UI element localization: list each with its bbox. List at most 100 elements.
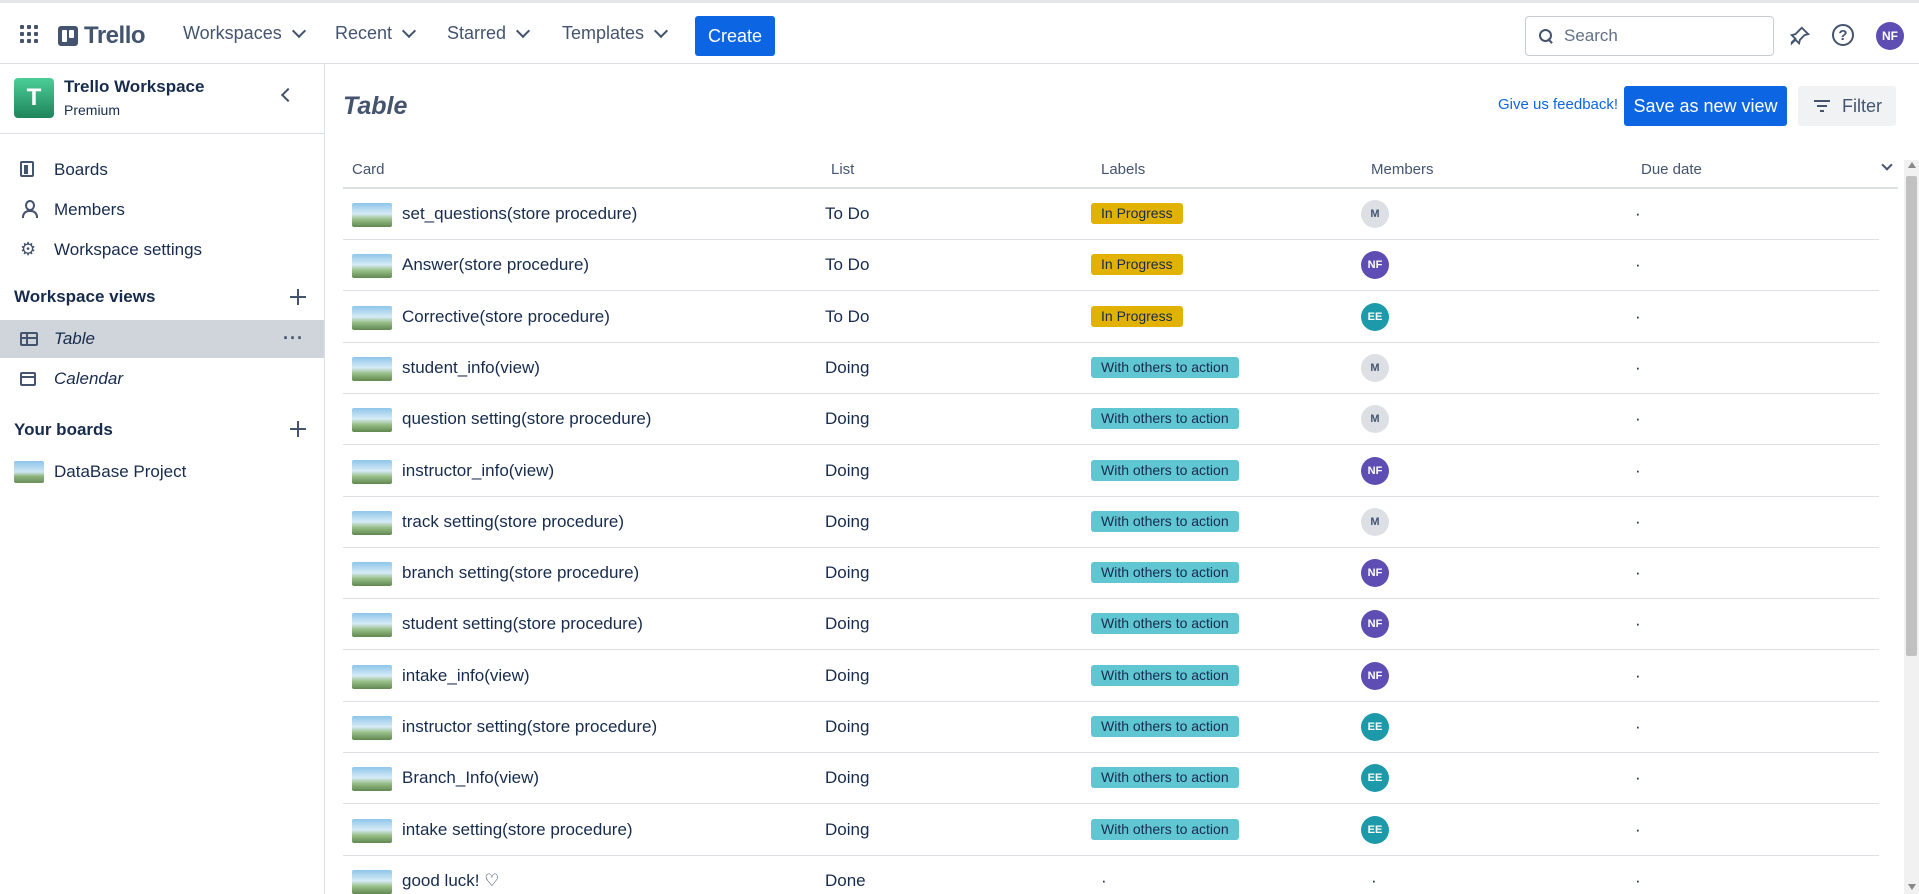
member-avatar[interactable]: M — [1361, 200, 1389, 228]
member-avatar[interactable]: NF — [1361, 456, 1389, 485]
member-avatar[interactable]: NF — [1361, 251, 1389, 280]
card-due-date[interactable]: · — [1635, 409, 1641, 429]
card-label[interactable]: With others to action — [1091, 562, 1239, 584]
card-title[interactable]: set_questions(store procedure) — [402, 204, 637, 224]
card-title[interactable]: student setting(store procedure) — [402, 614, 643, 634]
sidebar-item-calendar-view[interactable]: Calendar — [0, 360, 324, 398]
card-label[interactable]: In Progress — [1091, 305, 1183, 327]
member-avatar[interactable]: EE — [1361, 764, 1389, 793]
card-label[interactable]: With others to action — [1091, 818, 1239, 840]
card-list[interactable]: Doing — [825, 512, 869, 532]
table-row[interactable]: instructor setting(store procedure) Doing… — [343, 702, 1879, 753]
chevron-down-icon[interactable] — [1881, 159, 1893, 171]
member-avatar[interactable]: M — [1361, 507, 1389, 536]
card-title[interactable]: track setting(store procedure) — [402, 512, 624, 532]
table-row[interactable]: set_questions(store procedure) To Do In Pr… — [343, 189, 1879, 240]
workspace-name[interactable]: Trello Workspace — [64, 77, 204, 97]
card-due-date[interactable]: · — [1635, 614, 1641, 634]
table-row[interactable]: good luck! ♡ Done · · · — [343, 856, 1879, 894]
card-due-date[interactable]: · — [1635, 768, 1641, 788]
member-avatar[interactable]: NF — [1361, 661, 1389, 690]
table-row[interactable]: intake setting(store procedure) Doing With… — [343, 805, 1879, 856]
card-list[interactable]: Doing — [825, 614, 869, 634]
sidebar-item-workspace-settings[interactable]: ⚙ Workspace settings — [0, 231, 324, 269]
card-list[interactable]: Doing — [825, 717, 869, 737]
card-label[interactable]: With others to action — [1091, 716, 1239, 737]
card-label[interactable]: With others to action — [1091, 664, 1239, 686]
card-label[interactable]: In Progress — [1091, 203, 1183, 224]
card-due-date[interactable]: · — [1635, 666, 1641, 686]
card-list[interactable]: Doing — [825, 358, 869, 378]
card-label[interactable]: With others to action — [1091, 767, 1239, 789]
member-avatar[interactable]: EE — [1361, 815, 1389, 844]
save-as-new-view-button[interactable]: Save as new view — [1624, 86, 1787, 126]
member-avatar[interactable]: EE — [1361, 713, 1389, 741]
sidebar-item-members[interactable]: Members — [0, 191, 324, 229]
member-avatar[interactable]: NF — [1361, 610, 1389, 639]
notification-icon[interactable] — [1788, 24, 1812, 48]
help-icon[interactable]: ? — [1832, 24, 1854, 46]
trello-logo[interactable]: Trello — [58, 22, 146, 50]
filter-button[interactable]: Filter — [1798, 86, 1896, 126]
vertical-scrollbar[interactable] — [1904, 160, 1919, 894]
member-avatar[interactable]: M — [1361, 353, 1389, 382]
table-row[interactable]: student setting(store procedure) Doing Wit… — [343, 599, 1879, 651]
card-label[interactable]: With others to action — [1091, 408, 1239, 430]
sidebar-item-table-view[interactable]: Table ··· — [0, 320, 324, 358]
member-avatar[interactable]: EE — [1361, 302, 1389, 331]
card-list[interactable]: To Do — [825, 307, 869, 327]
card-title[interactable]: question setting(store procedure) — [402, 409, 651, 429]
card-due-date[interactable]: · — [1635, 871, 1641, 891]
card-title[interactable]: Answer(store procedure) — [402, 255, 589, 275]
user-avatar[interactable]: NF — [1876, 22, 1904, 50]
member-avatar[interactable]: M — [1361, 405, 1389, 434]
feedback-link[interactable]: Give us feedback! — [1498, 96, 1618, 113]
table-row[interactable]: instructor_info(view) Doing With others to… — [343, 446, 1879, 497]
table-row[interactable]: question setting(store procedure) Doing Wi… — [343, 394, 1879, 446]
card-list[interactable]: Doing — [825, 666, 869, 686]
card-label[interactable]: In Progress — [1091, 254, 1183, 276]
card-due-date[interactable]: · — [1635, 204, 1641, 224]
add-view-icon[interactable] — [289, 288, 307, 306]
card-due-date[interactable]: · — [1635, 255, 1641, 275]
card-label[interactable]: With others to action — [1091, 459, 1239, 481]
scroll-down-arrow[interactable] — [1908, 884, 1916, 890]
nav-starred[interactable]: Starred — [447, 23, 531, 44]
create-button[interactable]: Create — [695, 16, 775, 56]
sidebar-item-boards[interactable]: Boards — [0, 151, 324, 189]
card-title[interactable]: instructor setting(store procedure) — [402, 717, 657, 737]
table-row[interactable]: track setting(store procedure) Doing With … — [343, 497, 1879, 548]
card-due-date[interactable]: · — [1635, 358, 1641, 378]
add-board-icon[interactable] — [289, 420, 307, 438]
card-title[interactable]: good luck! ♡ — [402, 871, 499, 891]
card-label[interactable]: With others to action — [1091, 356, 1239, 378]
nav-recent[interactable]: Recent — [335, 23, 417, 44]
member-avatar[interactable]: NF — [1361, 559, 1389, 588]
card-label[interactable]: With others to action — [1091, 510, 1239, 532]
card-title[interactable]: intake_info(view) — [402, 666, 530, 686]
card-title[interactable]: Branch_Info(view) — [402, 768, 539, 788]
card-title[interactable]: instructor_info(view) — [402, 461, 554, 481]
sidebar-item-board[interactable]: DataBase Project — [0, 453, 324, 491]
table-row[interactable]: intake_info(view) Doing With others to act… — [343, 651, 1879, 702]
card-list[interactable]: To Do — [825, 255, 869, 275]
card-title[interactable]: intake setting(store procedure) — [402, 820, 633, 840]
search-input[interactable] — [1564, 26, 1764, 46]
card-due-date[interactable]: · — [1635, 717, 1641, 737]
search-field[interactable] — [1525, 16, 1774, 56]
card-due-date[interactable]: · — [1635, 512, 1641, 532]
card-list[interactable]: Done — [825, 871, 866, 891]
card-title[interactable]: branch setting(store procedure) — [402, 563, 639, 583]
table-row[interactable]: student_info(view) Doing With others to ac… — [343, 343, 1879, 394]
table-row[interactable]: Corrective(store procedure) To Do In Progr… — [343, 292, 1879, 343]
card-label-empty[interactable]: · — [1101, 871, 1107, 891]
card-due-date[interactable]: · — [1635, 820, 1641, 840]
scrollbar-thumb[interactable] — [1906, 176, 1917, 656]
card-title[interactable]: student_info(view) — [402, 358, 540, 378]
card-label[interactable]: With others to action — [1091, 613, 1239, 635]
card-list[interactable]: Doing — [825, 461, 869, 481]
table-row[interactable]: branch setting(store procedure) Doing With… — [343, 548, 1879, 600]
more-options-icon[interactable]: ··· — [283, 328, 304, 349]
card-title[interactable]: Corrective(store procedure) — [402, 307, 610, 327]
nav-workspaces[interactable]: Workspaces — [183, 23, 306, 44]
